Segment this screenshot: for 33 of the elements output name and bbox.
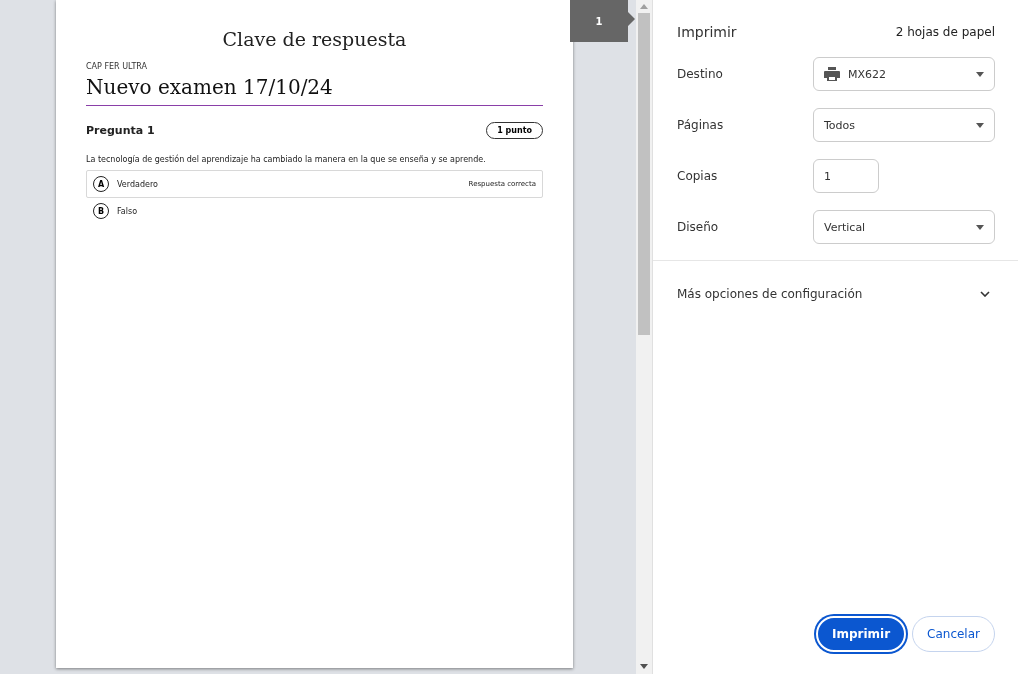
more-settings-toggle[interactable]: Más opciones de configuración: [653, 261, 1018, 301]
more-settings-label: Más opciones de configuración: [677, 287, 863, 301]
document-title: Clave de respuesta: [221, 28, 408, 50]
sheet-count: 2 hojas de papel: [895, 25, 995, 39]
select-value: Vertical: [824, 220, 866, 234]
dropdown-caret-icon: [976, 224, 984, 230]
chevron-icon: [980, 291, 990, 297]
answer-text: Falso: [117, 206, 139, 216]
print-button[interactable]: Imprimir: [815, 616, 907, 652]
question-text: La tecnología de gestión del aprendizaje ha cambiado la manera en la que se enseña y se aprende.: [86, 155, 487, 164]
destination-select[interactable]: MX622: [813, 57, 995, 91]
select-value: Todos: [824, 118, 856, 132]
panel-title: Imprimir: [677, 24, 737, 40]
printer-icon: [824, 67, 840, 81]
scroll-down-icon[interactable]: [640, 664, 648, 669]
select-value: MX622: [848, 67, 887, 81]
page-number-badge[interactable]: 1: [570, 0, 635, 42]
exam-title: Nuevo examen 17/10/24: [86, 71, 543, 106]
option-select[interactable]: Todos: [813, 108, 995, 142]
dropdown-caret-icon: [976, 122, 984, 128]
cancel-button[interactable]: Cancelar: [912, 616, 995, 652]
option-select[interactable]: Vertical: [813, 210, 995, 244]
question-heading: Pregunta 1: [86, 124, 155, 137]
dropdown-caret-icon: [976, 71, 984, 77]
option-label: Copias: [677, 169, 719, 183]
scrollbar-thumb[interactable]: [638, 13, 650, 335]
scroll-up-icon[interactable]: [640, 4, 648, 9]
course-name: CAP FER ULTRA: [86, 62, 148, 71]
answer-text: Verdadero: [117, 179, 159, 189]
copies-field[interactable]: 1: [813, 159, 879, 193]
option-label: Diseño: [677, 220, 720, 234]
option-label: Destino: [677, 67, 724, 81]
option-label: Páginas: [677, 118, 725, 132]
